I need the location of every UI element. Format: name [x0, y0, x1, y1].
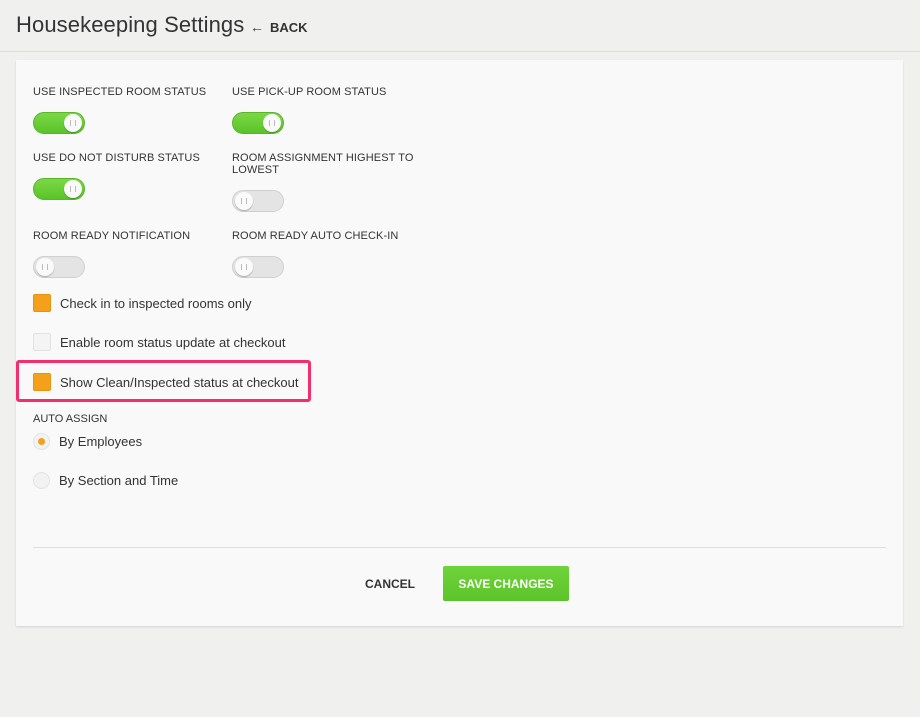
- radio-row-by-section-time[interactable]: By Section and Time: [33, 472, 178, 489]
- page-title: Housekeeping Settings: [16, 12, 245, 37]
- toggle-label-room-ready-auto-checkin: ROOM READY AUTO CHECK-IN: [232, 230, 399, 242]
- grip-icon: [42, 264, 48, 270]
- page-header: Housekeeping Settings ← BACK: [0, 0, 920, 52]
- radio-selected-dot: [38, 438, 45, 445]
- checkbox-row-inspected-rooms[interactable]: Check in to inspected rooms only: [33, 294, 251, 312]
- back-link[interactable]: ← BACK: [250, 19, 308, 35]
- radio-by-employees[interactable]: [33, 433, 50, 450]
- radio-label: By Employees: [59, 434, 143, 449]
- toggle-label-line2: LOWEST: [232, 164, 280, 176]
- toggle-pickup-room-status[interactable]: [232, 112, 284, 134]
- toggle-label-room-ready-notification: ROOM READY NOTIFICATION: [33, 230, 191, 242]
- grip-icon: [241, 198, 247, 204]
- radio-row-by-employees[interactable]: By Employees: [33, 433, 142, 450]
- toggle-room-ready-auto-checkin[interactable]: [232, 256, 284, 278]
- toggle-knob: [64, 180, 82, 198]
- toggle-knob: [36, 258, 54, 276]
- toggle-knob: [64, 114, 82, 132]
- auto-assign-label: AUTO ASSIGN: [33, 413, 108, 425]
- checkbox-inspected-rooms[interactable]: [33, 294, 51, 312]
- checkbox-label: Enable room status update at checkout: [60, 334, 286, 350]
- toggle-label-do-not-disturb: USE DO NOT DISTURB STATUS: [33, 152, 200, 164]
- toggle-do-not-disturb[interactable]: [33, 178, 85, 200]
- settings-card: USE INSPECTED ROOM STATUS USE PICK-UP RO…: [16, 60, 903, 626]
- grip-icon: [70, 186, 76, 192]
- highlight-annotation: [16, 360, 311, 402]
- toggle-label-line1: ROOM ASSIGNMENT HIGHEST TO: [232, 152, 414, 164]
- toggle-label-pickup-room-status: USE PICK-UP ROOM STATUS: [232, 86, 387, 98]
- grip-icon: [269, 120, 275, 126]
- toggle-knob: [235, 192, 253, 210]
- toggle-knob: [235, 258, 253, 276]
- arrow-left-icon: ←: [250, 19, 264, 35]
- grip-icon: [70, 120, 76, 126]
- toggle-room-ready-notification[interactable]: [33, 256, 85, 278]
- radio-label: By Section and Time: [59, 473, 179, 488]
- save-changes-button[interactable]: SAVE CHANGES: [443, 566, 569, 601]
- radio-by-section-time[interactable]: [33, 472, 50, 489]
- toggle-label-room-assignment: ROOM ASSIGNMENT HIGHEST TO LOWEST: [232, 152, 413, 176]
- toggle-knob: [263, 114, 281, 132]
- grip-icon: [241, 264, 247, 270]
- divider: [33, 547, 886, 548]
- toggle-label-inspected-room-status: USE INSPECTED ROOM STATUS: [33, 86, 207, 98]
- toggle-room-assignment[interactable]: [232, 190, 284, 212]
- toggle-inspected-room-status[interactable]: [33, 112, 85, 134]
- checkbox-room-status-update[interactable]: [33, 333, 51, 351]
- checkbox-row-room-status-update[interactable]: Enable room status update at checkout: [33, 333, 285, 351]
- checkbox-label: Check in to inspected rooms only: [60, 295, 252, 311]
- back-label: BACK: [270, 19, 308, 35]
- cancel-button[interactable]: CANCEL: [356, 567, 424, 601]
